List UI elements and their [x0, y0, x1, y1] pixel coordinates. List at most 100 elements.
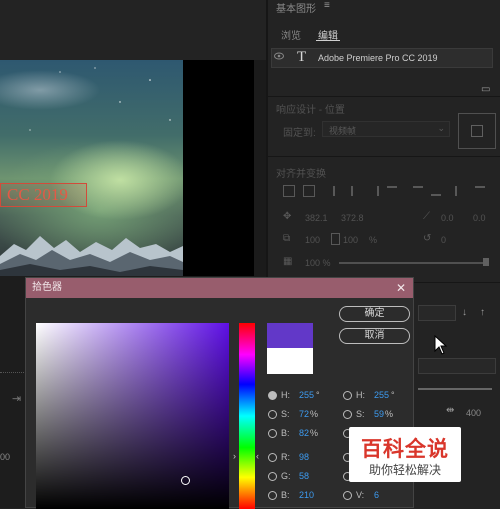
- font-style-dropdown[interactable]: [418, 305, 456, 321]
- hue-slider-arrow-right-icon[interactable]: ‹: [256, 451, 259, 461]
- link-scale-icon[interactable]: [331, 233, 340, 245]
- watermark-subtitle: 助你轻松解决: [368, 463, 441, 477]
- anchor-x[interactable]: 0.0: [441, 213, 454, 223]
- opacity-slider[interactable]: [339, 262, 487, 264]
- pin-to-dropdown[interactable]: 视频帧 ⌄: [322, 121, 450, 137]
- dialog-titlebar[interactable]: 拾色器: [26, 278, 413, 298]
- yuv-v-radio[interactable]: [343, 491, 352, 500]
- pin-position-widget[interactable]: [458, 113, 496, 149]
- yuv-v-value[interactable]: 6: [374, 490, 379, 500]
- align-middle-icon[interactable]: [413, 186, 423, 196]
- rgb-r-radio[interactable]: [268, 453, 277, 462]
- align-horizontal-icon[interactable]: [303, 185, 315, 197]
- hsl-s-value[interactable]: 59: [374, 409, 384, 419]
- tracking-icon: ⇹: [446, 405, 455, 416]
- rgb-g-radio[interactable]: [268, 472, 277, 481]
- hsl-h-value[interactable]: 255: [374, 390, 389, 400]
- scale-icon: ⧉: [283, 233, 291, 244]
- cancel-button[interactable]: 取消: [339, 328, 410, 344]
- anchor-y[interactable]: 0.0: [473, 213, 486, 223]
- hsl-s-unit: %: [385, 409, 394, 419]
- hsl-s-label: S:: [356, 409, 365, 419]
- hsb-b-radio[interactable]: [268, 429, 277, 438]
- position-x[interactable]: 382.1: [305, 213, 328, 223]
- align-right-icon[interactable]: [369, 186, 379, 196]
- font-size-dropdown[interactable]: [418, 358, 496, 374]
- pin-center-box: [471, 125, 483, 137]
- align-vertical-icon[interactable]: [283, 185, 295, 197]
- position-y[interactable]: 372.8: [341, 213, 364, 223]
- timecode-fragment: 00: [0, 452, 11, 462]
- rotation-value[interactable]: 0: [441, 235, 446, 245]
- chevron-down-icon: ⌄: [437, 123, 445, 133]
- text-layer-icon: T: [297, 49, 307, 65]
- scale-value-2[interactable]: 100: [343, 235, 358, 245]
- hsb-s-value[interactable]: 72: [299, 409, 309, 419]
- layer-name: Adobe Premiere Pro CC 2019: [318, 53, 438, 63]
- eye-icon[interactable]: [274, 52, 284, 60]
- watermark-logo: 百科全说 助你轻松解决: [349, 427, 461, 482]
- align-left-icon[interactable]: [333, 186, 343, 196]
- arrow-up-icon[interactable]: ↑: [480, 307, 485, 318]
- panel-title: 基本图形: [276, 4, 316, 15]
- tab-edit-underline: [316, 40, 340, 41]
- tab-browse[interactable]: 浏览: [281, 27, 301, 42]
- hsl-h-label: H:: [356, 390, 365, 400]
- align-center-icon[interactable]: [351, 186, 361, 196]
- rgb-b-label: B:: [281, 490, 290, 500]
- new-layer-icon[interactable]: ▭: [481, 84, 490, 95]
- hsb-b-label: B:: [281, 428, 290, 438]
- hsl-s-radio[interactable]: [343, 410, 352, 419]
- hsb-s-radio[interactable]: [268, 410, 277, 419]
- hsb-h-label: H:: [281, 390, 290, 400]
- title-text-overlay[interactable]: CC 2019: [0, 183, 87, 207]
- rgb-g-value[interactable]: 58: [299, 471, 309, 481]
- dialog-title: 拾色器: [32, 282, 62, 293]
- arrow-down-icon[interactable]: ↓: [462, 307, 467, 318]
- scale-unit: %: [369, 235, 378, 245]
- saturation-brightness-field[interactable]: [36, 323, 229, 509]
- align-transform-title: 对齐并变换: [276, 169, 326, 180]
- align-bottom-icon[interactable]: [431, 186, 441, 196]
- yuv-v-label: V:: [356, 490, 365, 500]
- ok-button[interactable]: 确定: [339, 306, 410, 322]
- hsb-b-unit: %: [310, 428, 319, 438]
- original-color-swatch[interactable]: [267, 348, 313, 374]
- star-field: [29, 67, 171, 131]
- hsl-h-unit: °: [391, 390, 395, 400]
- opacity-value[interactable]: 100 %: [305, 258, 331, 268]
- watermark-title: 百科全说: [361, 438, 449, 461]
- opacity-row: ▦ 100 %: [283, 256, 495, 270]
- anchor-icon: ⟋: [423, 211, 430, 222]
- video-preview[interactable]: CC 2019: [0, 60, 254, 276]
- tracking-value[interactable]: 400: [466, 408, 481, 418]
- align-top-icon[interactable]: [387, 186, 397, 196]
- hue-slider[interactable]: [239, 323, 255, 509]
- track-arrow-icon[interactable]: ⇥: [12, 392, 24, 405]
- hsl-h-radio[interactable]: [343, 391, 352, 400]
- timeline-ruler: [0, 372, 24, 373]
- distribute-vertical-icon[interactable]: [475, 186, 485, 196]
- hsb-h-radio[interactable]: [268, 391, 277, 400]
- rgb-r-label: R:: [281, 452, 290, 462]
- scale-value[interactable]: 100: [305, 235, 320, 245]
- hamburger-icon[interactable]: ≡: [324, 0, 330, 11]
- font-size-slider[interactable]: [418, 388, 492, 390]
- scale-row: ⧉ 100 100 % ↺ 0: [283, 233, 495, 247]
- aurora-background-image: [0, 60, 183, 276]
- rgb-b-radio[interactable]: [268, 491, 277, 500]
- hsb-b-value[interactable]: 82: [299, 428, 309, 438]
- position-icon: ✥: [283, 211, 292, 222]
- color-selection-marker[interactable]: [181, 476, 190, 485]
- rgb-r-value[interactable]: 98: [299, 452, 309, 462]
- hsb-h-value[interactable]: 255: [299, 390, 314, 400]
- responsive-design-title: 响应设计 - 位置: [276, 105, 345, 116]
- opacity-slider-handle[interactable]: [483, 258, 489, 266]
- rgb-b-value[interactable]: 210: [299, 490, 314, 500]
- hue-slider-arrow-left-icon[interactable]: ›: [233, 451, 236, 461]
- pin-to-label: 固定到:: [283, 128, 316, 139]
- monitor-header: [0, 0, 266, 60]
- new-color-swatch: [267, 323, 313, 348]
- distribute-horizontal-icon[interactable]: [455, 186, 465, 196]
- close-icon[interactable]: ✕: [396, 278, 406, 298]
